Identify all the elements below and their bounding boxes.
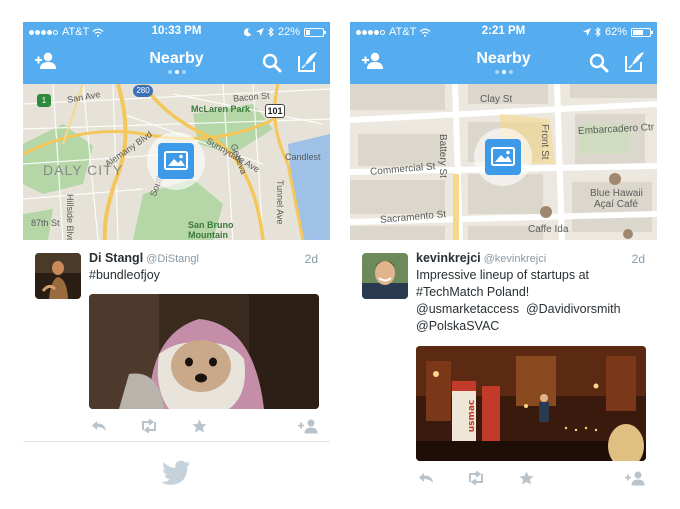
tweet-author[interactable]: Di Stangl @DiStangl — [89, 251, 199, 265]
status-bar: AT&T 2:21 PM 62% — [350, 22, 657, 42]
page-dot — [167, 70, 172, 74]
battery-percent: 22% — [277, 26, 300, 38]
favorite-star-icon[interactable] — [519, 471, 534, 485]
map-label: Hillside Blvd — [65, 194, 75, 240]
map-label: Battery St — [437, 134, 448, 178]
page-dot — [494, 70, 499, 74]
tweet-text-line: Impressive lineup of startups at — [416, 268, 589, 282]
map-label: 87th St — [31, 218, 60, 228]
map-label: Tunnel Ave — [275, 180, 285, 225]
map-label: Candlest — [285, 152, 321, 162]
photo-icon — [158, 143, 194, 179]
map-label: Front St — [539, 124, 550, 160]
divider — [23, 441, 330, 442]
tweet-mentions: @usmarketaccess @Davidivorsmith — [416, 301, 621, 318]
highway-shield-101: 101 — [265, 104, 285, 118]
map-photo-pin[interactable] — [147, 132, 205, 190]
page-title: Nearby — [476, 50, 531, 67]
page-indicator — [23, 70, 330, 74]
map-label: Blue Hawaii — [590, 188, 643, 199]
highway-shield-1: 1 — [37, 94, 51, 107]
search-icon[interactable] — [262, 53, 282, 73]
author-handle[interactable]: @DiStangl — [146, 253, 199, 265]
battery-icon — [631, 27, 653, 37]
map-label: McLaren Park — [191, 104, 251, 114]
tweet-author[interactable]: kevinkrejci @kevinkrejci — [416, 251, 546, 265]
bluetooth-icon — [268, 27, 274, 37]
mention-link[interactable]: @usmarketaccess — [416, 302, 519, 316]
tweet-photo[interactable] — [89, 294, 319, 409]
nav-bar: AT&T 2:21 PM 62% Nearby — [350, 22, 657, 84]
map-label: Clay St — [480, 94, 513, 105]
tweet-timestamp: 2d — [304, 252, 318, 266]
page-dot — [174, 70, 179, 74]
reply-icon[interactable] — [418, 471, 434, 485]
status-bar: AT&T 10:33 PM 22% — [23, 22, 330, 42]
photo-icon — [485, 139, 521, 175]
highway-shield-280: 280 — [133, 85, 153, 97]
page-dot — [501, 70, 506, 74]
avatar[interactable] — [35, 253, 81, 299]
follow-user-icon[interactable] — [624, 471, 646, 486]
map-label: Açaí Café — [594, 199, 638, 210]
compose-icon[interactable] — [624, 51, 646, 73]
tweet-text: #bundleofjoy — [89, 268, 160, 282]
battery-icon — [304, 27, 326, 37]
bluetooth-icon — [595, 27, 601, 37]
mention-link[interactable]: @PolskaSVAC — [416, 318, 621, 335]
twitter-bird-icon — [161, 460, 190, 485]
page-dot — [181, 70, 186, 74]
avatar[interactable] — [362, 253, 408, 299]
map-label: Caffe Ida — [528, 224, 569, 235]
retweet-icon[interactable] — [140, 419, 158, 433]
tweet-timestamp: 2d — [631, 252, 645, 266]
moon-icon — [243, 27, 252, 36]
tweet-actions — [416, 471, 646, 487]
page-dot — [508, 70, 513, 74]
nav-bar: AT&T 10:33 PM 22% Nearby — [23, 22, 330, 84]
map-label: San Bruno — [188, 220, 234, 230]
map-label: DALY CITY — [43, 162, 124, 178]
banner-sign-text: usmac — [467, 400, 477, 433]
right-phone-screen: AT&T 2:21 PM 62% Nearby Clay St Embarcad… — [350, 22, 657, 509]
map-photo-pin[interactable] — [474, 128, 532, 186]
nearby-map[interactable]: San Ave Bacon St McLaren Park Alemany Bl… — [23, 84, 330, 240]
retweet-icon[interactable] — [467, 471, 485, 485]
mention-link[interactable]: @Davidivorsmith — [526, 302, 621, 316]
location-arrow-icon — [582, 28, 591, 36]
favorite-star-icon[interactable] — [192, 419, 207, 433]
tweet-text-line: #TechMatch Poland! — [416, 285, 530, 299]
search-icon[interactable] — [589, 53, 609, 73]
tweet-photo[interactable]: usmac — [416, 346, 646, 461]
left-phone-screen: AT&T 10:33 PM 22% Nearby San Ave Bacon S… — [23, 22, 330, 509]
status-right: 62% — [582, 26, 653, 38]
author-name[interactable]: kevinkrejci — [416, 251, 481, 265]
location-arrow-icon — [255, 28, 264, 36]
reply-icon[interactable] — [91, 419, 107, 433]
map-label: Mountain — [188, 230, 228, 240]
page-title: Nearby — [149, 50, 204, 67]
author-handle[interactable]: @kevinkrejci — [484, 253, 547, 265]
page-indicator — [350, 70, 657, 74]
author-name[interactable]: Di Stangl — [89, 251, 143, 265]
battery-percent: 62% — [604, 26, 627, 38]
tweet-text: Impressive lineup of startups at #TechMa… — [416, 267, 621, 335]
tweet-actions — [89, 419, 319, 435]
nearby-map[interactable]: Clay St Embarcadero Ctr Commercial St Ba… — [350, 84, 657, 240]
status-right: 22% — [243, 26, 326, 38]
follow-user-icon[interactable] — [297, 419, 319, 434]
compose-icon[interactable] — [297, 51, 319, 73]
